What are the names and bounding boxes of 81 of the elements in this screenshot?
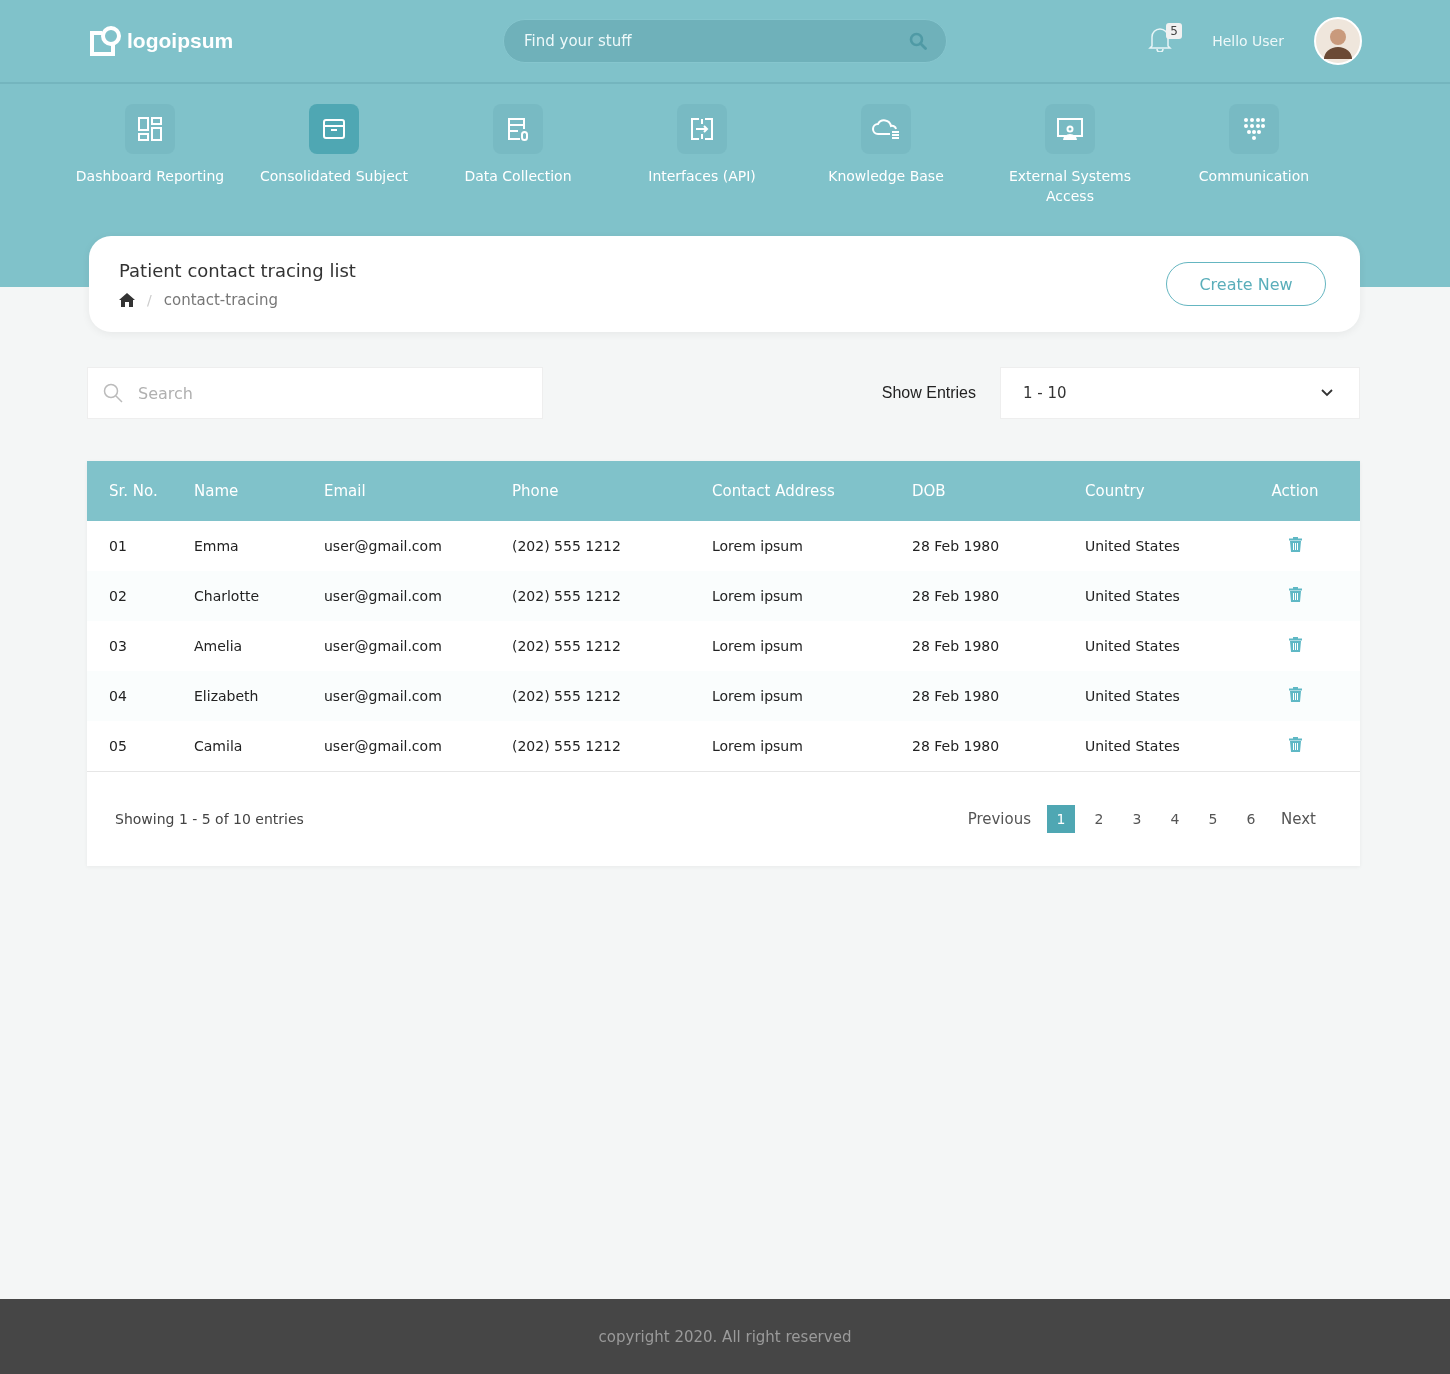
table-cell-text: (202) 555 1212 xyxy=(511,738,622,754)
table-cell-text: 04 xyxy=(108,688,128,704)
table-cell-text: Lorem ipsum xyxy=(711,588,804,604)
column-header: Email xyxy=(323,482,367,500)
entries-summary: Showing 1 - 5 of 10 entries xyxy=(115,811,304,827)
table-cell-text: 28 Feb 1980 xyxy=(911,738,1001,754)
logo-text: logoipsum xyxy=(127,29,234,53)
table-cell-text: 05 xyxy=(108,738,128,754)
search-field[interactable]: Find your stuff xyxy=(503,19,947,63)
logo-icon xyxy=(88,24,121,58)
create-new-button[interactable]: Create New xyxy=(1166,262,1326,306)
table-cell-text: user@gmail.com xyxy=(323,638,443,654)
table-cell-text: Lorem ipsum xyxy=(711,688,804,704)
page-link[interactable]: 1 xyxy=(1047,805,1076,833)
table-cell-text: Lorem ipsum xyxy=(711,538,804,554)
table-cell-text: Emma xyxy=(193,538,240,554)
table-cell-text: (202) 555 1212 xyxy=(511,638,622,654)
avatar-icon[interactable] xyxy=(1314,17,1362,65)
column-header: Phone xyxy=(511,482,560,500)
page-link[interactable]: 5 xyxy=(1199,805,1228,833)
table-cell-text: Camila xyxy=(193,738,244,754)
table-cell-text: 28 Feb 1980 xyxy=(911,538,1001,554)
page-link[interactable]: 6 xyxy=(1237,805,1266,833)
show-entries-label: Show Entries xyxy=(881,384,976,402)
user-greeting: Hello User xyxy=(1212,33,1284,49)
chevron-down-icon xyxy=(1321,389,1333,397)
delete-icon[interactable] xyxy=(1288,637,1302,652)
bell-icon[interactable] xyxy=(1148,26,1173,52)
notification-badge: 5 xyxy=(1166,23,1182,39)
table-cell-text: 28 Feb 1980 xyxy=(911,688,1001,704)
table-cell-text: 01 xyxy=(108,538,128,554)
delete-icon[interactable] xyxy=(1288,537,1302,552)
table-cell-text: user@gmail.com xyxy=(323,588,443,604)
breadcrumb-separator: / xyxy=(147,291,152,308)
cloud-icon xyxy=(872,117,900,141)
next-link[interactable]: Next xyxy=(1275,810,1322,828)
table-cell-text: United States xyxy=(1084,588,1181,604)
database-icon xyxy=(506,117,530,141)
table-cell-text: United States xyxy=(1084,638,1181,654)
table-cell-text: 03 xyxy=(108,638,128,654)
page-link[interactable]: 4 xyxy=(1161,805,1190,833)
copyright-text: copyright 2020. All right reserved xyxy=(598,1327,852,1346)
archive-box-icon xyxy=(322,117,346,141)
table-cell-text: user@gmail.com xyxy=(323,688,443,704)
page-link[interactable]: 3 xyxy=(1123,805,1152,833)
page-link[interactable]: 2 xyxy=(1085,805,1114,833)
table-cell-text: Amelia xyxy=(193,638,244,654)
table-cell-text: (202) 555 1212 xyxy=(511,688,622,704)
grid-icon xyxy=(138,117,162,141)
table-cell-text: 28 Feb 1980 xyxy=(911,588,1001,604)
keypad-icon xyxy=(1243,117,1265,141)
column-header: DOB xyxy=(911,482,947,500)
column-header: Action xyxy=(1270,482,1320,500)
delete-icon[interactable] xyxy=(1288,737,1302,752)
table-cell-text: 02 xyxy=(108,588,128,604)
arrows-frame-icon xyxy=(690,117,714,141)
column-header: Contact Address xyxy=(711,482,836,500)
page-title: Patient contact tracing list xyxy=(119,259,356,281)
home-icon[interactable] xyxy=(119,292,135,307)
table-cell-text: United States xyxy=(1084,538,1181,554)
table-cell-text: Charlotte xyxy=(193,588,261,604)
table-cell-text: user@gmail.com xyxy=(323,538,443,554)
table-cell-text: United States xyxy=(1084,688,1181,704)
table-cell-text: Elizabeth xyxy=(193,688,260,704)
table-cell-text: Lorem ipsum xyxy=(711,638,804,654)
table-cell-text: (202) 555 1212 xyxy=(511,538,622,554)
search-icon xyxy=(909,32,927,50)
table-cell-text: user@gmail.com xyxy=(323,738,443,754)
delete-icon[interactable] xyxy=(1288,687,1302,702)
table-cell-text: (202) 555 1212 xyxy=(511,588,622,604)
monitor-user-icon xyxy=(1057,117,1083,141)
table-cell-text: 28 Feb 1980 xyxy=(911,638,1001,654)
table-cell-text: United States xyxy=(1084,738,1181,754)
breadcrumb-link[interactable]: contact-tracing xyxy=(163,290,278,309)
previous-link[interactable]: Previous xyxy=(961,810,1038,828)
column-header: Country xyxy=(1084,482,1146,500)
delete-icon[interactable] xyxy=(1288,587,1302,602)
table-cell-text: Lorem ipsum xyxy=(711,738,804,754)
entries-dropdown[interactable]: 1 - 10 xyxy=(1000,367,1360,419)
column-header: Sr. No. xyxy=(108,482,159,500)
column-header: Name xyxy=(193,482,240,500)
